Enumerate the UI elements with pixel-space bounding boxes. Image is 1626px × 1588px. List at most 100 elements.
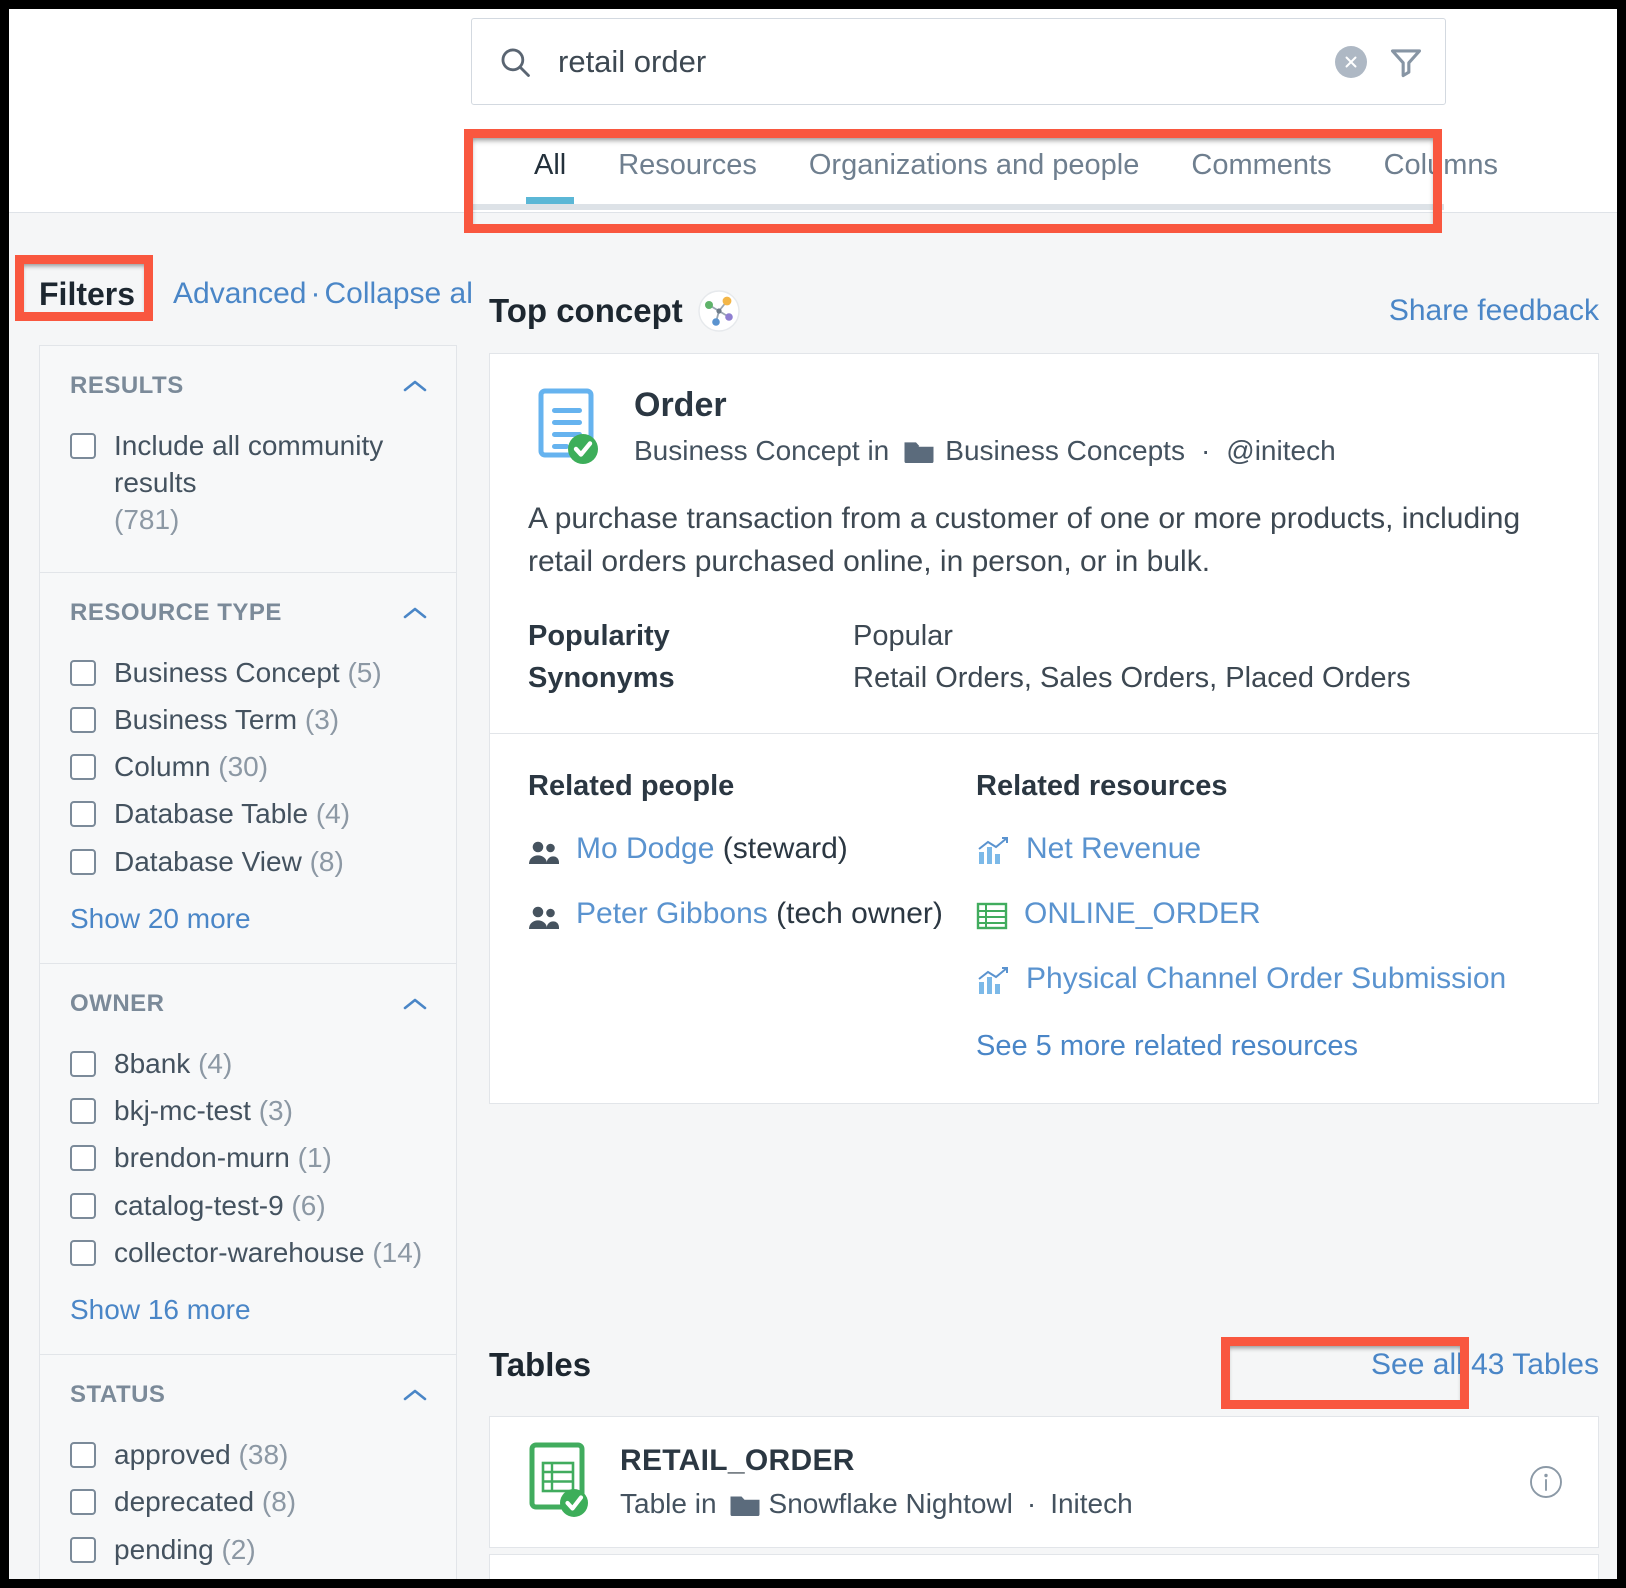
facet-status: STATUS approved (38) deprecated (8) pend… [40, 1355, 456, 1579]
facet-item-label: Database View (8) [114, 845, 344, 877]
main-results: Top concept Share feedback Order Busines… [471, 213, 1617, 1579]
tab-comments[interactable]: Comments [1165, 129, 1357, 182]
table-separator: · [1026, 1488, 1037, 1519]
related-person-link[interactable]: Peter Gibbons [576, 897, 768, 930]
attribute-key: Synonyms [528, 662, 675, 695]
people-icon [528, 837, 560, 865]
checkbox[interactable] [70, 1489, 96, 1516]
attribute-row: Popularity Popular [528, 615, 1560, 657]
facet-item[interactable]: catalog-test-9 (6) [40, 1182, 456, 1229]
facet-status-header[interactable]: STATUS [40, 1381, 456, 1409]
tab-resources[interactable]: Resources [592, 129, 783, 182]
checkbox[interactable] [70, 848, 96, 875]
concept-domain[interactable]: Business Concepts [945, 435, 1185, 467]
facet-item[interactable]: 8bank (4) [40, 1040, 456, 1087]
show-more-owner[interactable]: Show 16 more [40, 1276, 456, 1326]
facet-item-label: Column (30) [114, 751, 269, 783]
checkbox[interactable] [70, 433, 96, 459]
related-resource-link[interactable]: ONLINE_ORDER [1024, 894, 1261, 933]
table-row-text: RETAIL_ORDER Table in Snowflake Nightowl… [620, 1444, 1528, 1520]
concept-subtitle: Business Concept in Business Concepts · … [634, 435, 1336, 467]
info-icon[interactable] [1528, 1464, 1564, 1500]
search-input[interactable] [532, 43, 1335, 80]
facet-item[interactable]: approved (38) [40, 1431, 456, 1478]
facet-item-label: pending (2) [114, 1533, 256, 1565]
see-more-related-resources-link[interactable]: See 5 more related resources [976, 1030, 1358, 1063]
concept-relations: Related people Mo Dodge (steward) Peter [490, 734, 1598, 1103]
facet-item-label: brendon-murn (1) [114, 1142, 332, 1174]
facet-resource-type-header[interactable]: RESOURCE TYPE [40, 599, 456, 627]
advanced-link[interactable]: Advanced [173, 277, 306, 310]
facet-item[interactable]: Business Concept (5) [40, 649, 456, 696]
table-name[interactable]: RETAIL_ORDER [620, 1444, 1528, 1478]
concept-header: Order Business Concept in Business Conce… [528, 386, 1560, 468]
related-person-link[interactable]: Mo Dodge [576, 832, 714, 865]
facet-item[interactable]: bkj-mc-test (3) [40, 1087, 456, 1134]
top-concept-header: Top concept Share feedback [489, 289, 1599, 333]
chevron-up-icon[interactable] [402, 1387, 428, 1403]
checkbox[interactable] [70, 659, 96, 686]
top-concept-label: Top concept [489, 292, 683, 329]
facet-item[interactable]: brendon-murn (1) [40, 1134, 456, 1181]
facet-item[interactable]: Column (30) [40, 743, 456, 790]
chevron-up-icon[interactable] [402, 996, 428, 1012]
facet-results-header[interactable]: RESULTS [40, 372, 456, 400]
facet-owner: OWNER 8bank (4) bkj-mc-test (3) brendon-… [40, 964, 456, 1356]
table-domain[interactable]: Snowflake Nightowl [769, 1488, 1013, 1520]
facet-item-label: Business Concept (5) [114, 656, 382, 688]
facet-owner-header[interactable]: OWNER [40, 990, 456, 1018]
share-feedback-link[interactable]: Share feedback [1389, 294, 1599, 328]
facet-item[interactable]: collector-warehouse (14) [40, 1229, 456, 1276]
chevron-up-icon[interactable] [402, 605, 428, 621]
related-resources-column: Related resources Net Revenue ONLINE_ORD… [976, 770, 1560, 1063]
top-concept-title: Top concept [489, 289, 741, 333]
checkbox[interactable] [70, 1192, 96, 1219]
clear-search-icon[interactable] [1335, 45, 1367, 78]
related-person-text: Peter Gibbons (tech owner) [576, 894, 943, 933]
facet-item[interactable]: pending (2) [40, 1526, 456, 1573]
facet-item-label: Database Table (4) [114, 798, 351, 830]
facet-item-count: (8) [309, 845, 344, 877]
checkbox[interactable] [70, 754, 96, 781]
tables-title: Tables [489, 1346, 592, 1383]
concept-description: A purchase transaction from a customer o… [528, 502, 1521, 578]
knowledge-graph-icon [697, 289, 741, 333]
checkbox[interactable] [70, 1239, 96, 1266]
facet-item-count: (6) [291, 1189, 326, 1221]
see-all-tables-link[interactable]: See all 43 Tables [1371, 1348, 1599, 1382]
show-more-resource-type[interactable]: Show 20 more [40, 885, 456, 935]
table-row[interactable]: RETAIL_ORDER Table in Snowflake Nightowl… [489, 1416, 1599, 1548]
facet-item[interactable]: Database Table (4) [40, 790, 456, 837]
facet-item[interactable]: deprecated (8) [40, 1478, 456, 1525]
checkbox[interactable] [70, 1050, 96, 1077]
database-table-icon [524, 1441, 598, 1523]
search-bar[interactable] [471, 18, 1446, 105]
funnel-icon[interactable] [1389, 45, 1423, 79]
checkbox[interactable] [70, 1536, 96, 1563]
facet-item-label: 8bank (4) [114, 1047, 233, 1079]
facet-item[interactable]: Database View (8) [40, 838, 456, 885]
tab-columns[interactable]: Columns [1358, 129, 1524, 182]
table-name[interactable]: RETAIL_ORDER [620, 1582, 1528, 1588]
tab-all[interactable]: All [508, 129, 592, 204]
checkbox[interactable] [70, 1442, 96, 1469]
tab-organizations-and-people[interactable]: Organizations and people [783, 129, 1166, 182]
checkbox[interactable] [70, 1145, 96, 1172]
facet-item[interactable]: Include all community results (781) [40, 422, 456, 544]
related-resource: ONLINE_ORDER [976, 894, 1560, 933]
facet-panel: RESULTS Include all community results (78… [39, 345, 457, 1579]
facet-item-count: (5) [347, 656, 382, 688]
collapse-all-link[interactable]: Collapse all [324, 277, 479, 310]
facet-item[interactable]: Business Term (3) [40, 696, 456, 743]
checkbox[interactable] [70, 801, 96, 828]
top-concept-card: Order Business Concept in Business Conce… [489, 353, 1599, 1105]
related-resource-link[interactable]: Net Revenue [1026, 829, 1201, 868]
facet-item-count: (3) [304, 703, 340, 735]
checkbox[interactable] [70, 1098, 96, 1125]
facet-item-count: (2) [221, 1533, 256, 1565]
table-row[interactable]: RETAIL_ORDER Table in Customer Sales · P… [489, 1554, 1599, 1588]
checkbox[interactable] [70, 706, 96, 733]
related-resource-link[interactable]: Physical Channel Order Submission [1026, 959, 1506, 998]
grid-table-icon [976, 901, 1008, 931]
chevron-up-icon[interactable] [402, 378, 428, 394]
